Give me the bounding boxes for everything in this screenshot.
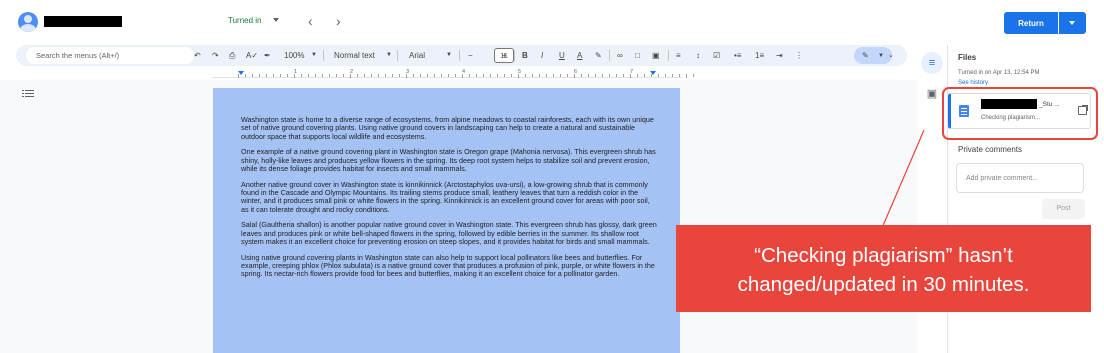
annotation-line-1: “Checking plagiarism” hasn’t bbox=[754, 244, 1013, 267]
annotation-callout: “Checking plagiarism” hasn’t changed/upd… bbox=[676, 225, 1091, 312]
annotation-line-2: changed/updated in 30 minutes. bbox=[737, 273, 1030, 296]
